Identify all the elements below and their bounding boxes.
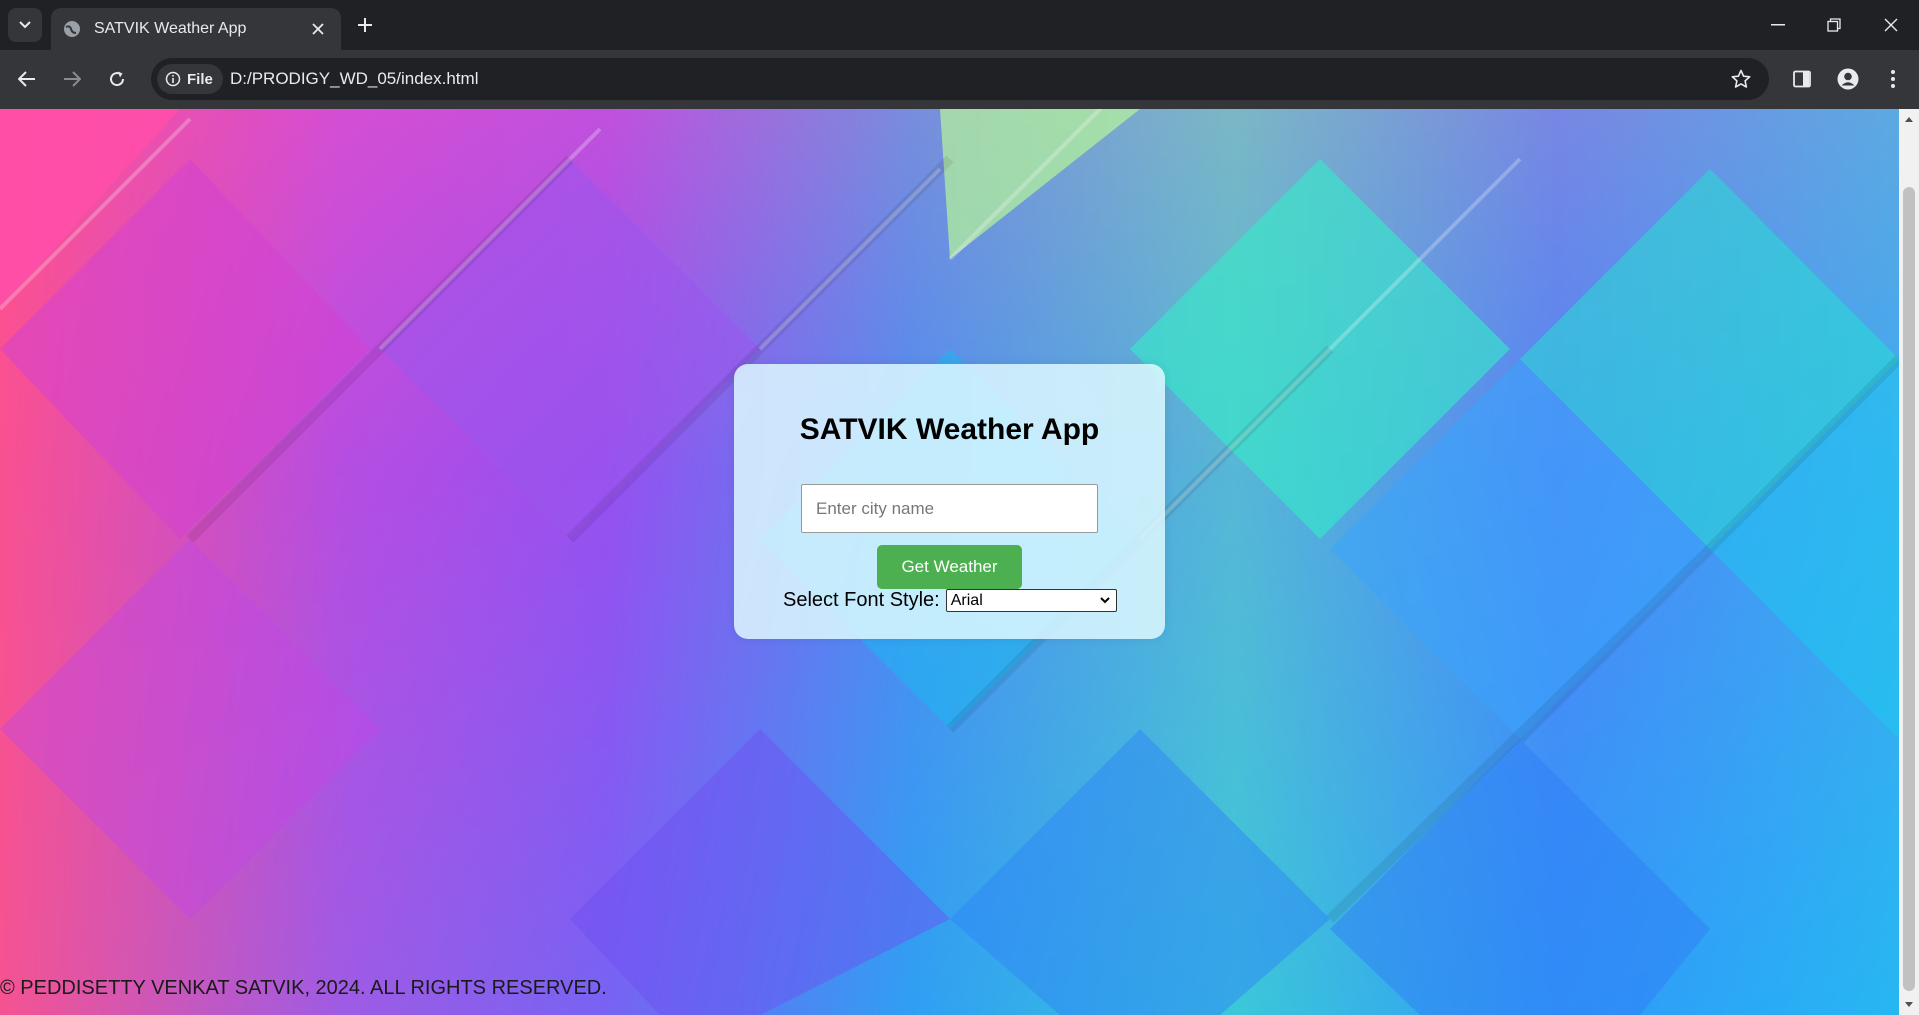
new-tab-button[interactable] bbox=[352, 12, 378, 38]
more-icon bbox=[1891, 70, 1895, 88]
site-info-chip[interactable]: File bbox=[157, 64, 223, 94]
url-text: D:/PRODIGY_WD_05/index.html bbox=[230, 69, 479, 88]
browser-tab[interactable]: SATVIK Weather App bbox=[51, 8, 341, 50]
tab-title: SATVIK Weather App bbox=[94, 20, 247, 37]
forward-icon bbox=[64, 71, 81, 87]
tab-search-icon bbox=[19, 21, 31, 29]
font-style-select[interactable]: Arial bbox=[945, 589, 1117, 612]
address-bar[interactable]: File D:/PRODIGY_WD_05/index.html bbox=[151, 58, 1769, 100]
close-window-button[interactable] bbox=[1863, 0, 1919, 50]
reload-button[interactable] bbox=[102, 64, 132, 94]
chip-label: File bbox=[187, 70, 213, 88]
reload-icon bbox=[110, 71, 125, 87]
tab-strip: SATVIK Weather App bbox=[0, 0, 1919, 50]
restore-icon bbox=[1827, 18, 1841, 32]
scroll-thumb[interactable] bbox=[1903, 187, 1915, 991]
info-icon bbox=[165, 71, 181, 87]
profile-icon bbox=[1837, 68, 1859, 90]
scroll-down-arrow[interactable] bbox=[1903, 999, 1915, 1011]
close-icon bbox=[312, 23, 324, 35]
minimize-icon bbox=[1771, 24, 1785, 26]
more-menu-button[interactable] bbox=[1878, 64, 1908, 94]
footer-copyright: © PEDDISETTY VENKAT SATVIK, 2024. ALL RI… bbox=[0, 977, 607, 999]
minimize-button[interactable] bbox=[1750, 0, 1806, 50]
close-tab-button[interactable] bbox=[307, 18, 329, 40]
back-icon bbox=[18, 71, 35, 87]
city-input[interactable] bbox=[801, 484, 1098, 533]
scroll-up-arrow[interactable] bbox=[1903, 113, 1915, 125]
weather-card: SATVIK Weather App Get Weather Select Fo… bbox=[734, 364, 1165, 639]
restore-button[interactable] bbox=[1806, 0, 1862, 50]
font-style-label: Select Font Style: bbox=[783, 589, 940, 611]
back-button[interactable] bbox=[12, 64, 42, 94]
forward-button[interactable] bbox=[57, 64, 87, 94]
globe-icon bbox=[63, 20, 81, 38]
get-weather-button[interactable]: Get Weather bbox=[877, 545, 1022, 589]
close-icon bbox=[1884, 18, 1898, 32]
page-viewport: SATVIK Weather App Get Weather Select Fo… bbox=[0, 109, 1899, 1015]
side-panel-button[interactable] bbox=[1787, 64, 1817, 94]
star-icon bbox=[1731, 69, 1751, 88]
browser-toolbar: File D:/PRODIGY_WD_05/index.html bbox=[0, 50, 1919, 109]
tab-search-button[interactable] bbox=[8, 8, 42, 42]
plus-icon bbox=[358, 18, 372, 32]
side-panel-icon bbox=[1793, 70, 1811, 88]
page-scrollbar[interactable] bbox=[1899, 109, 1919, 1015]
page-title: SATVIK Weather App bbox=[799, 413, 1100, 446]
chevron-down-icon bbox=[1100, 597, 1110, 604]
font-style-selected-value: Arial bbox=[950, 591, 983, 609]
bookmark-button[interactable] bbox=[1729, 67, 1753, 91]
profile-button[interactable] bbox=[1833, 64, 1863, 94]
font-style-row: Select Font Style: Arial bbox=[783, 589, 1117, 612]
